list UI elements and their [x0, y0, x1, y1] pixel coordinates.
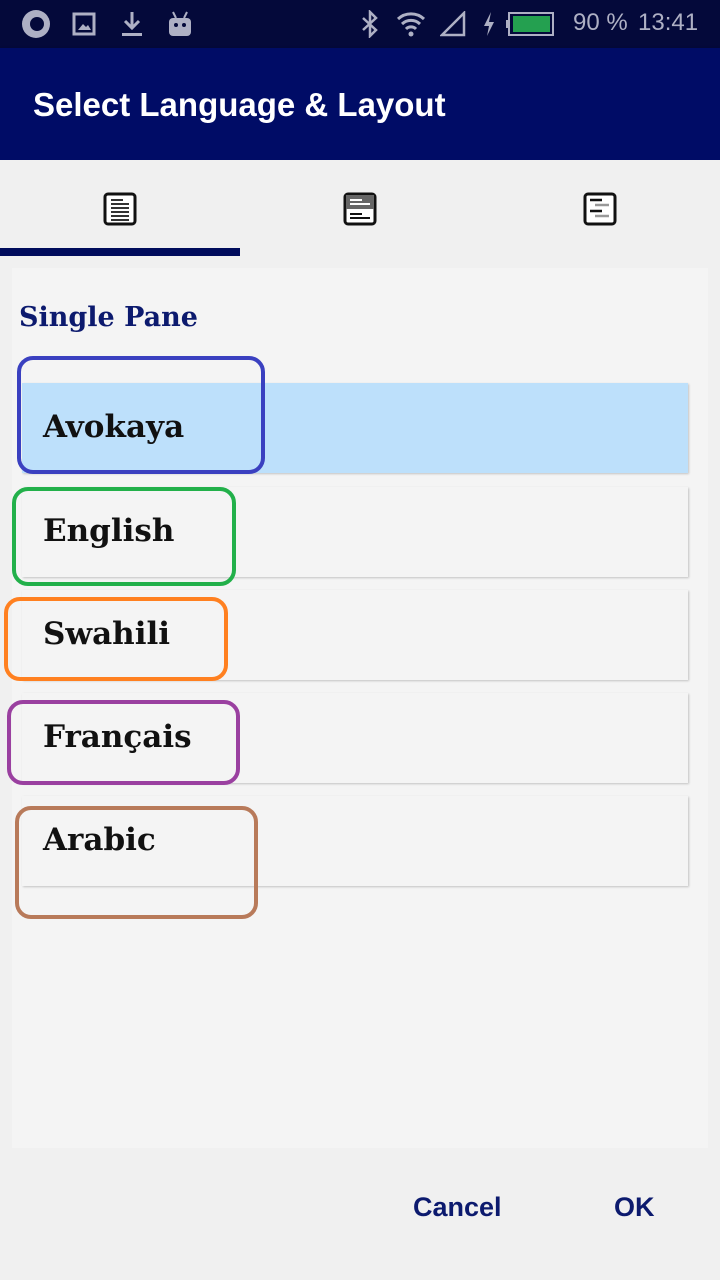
battery-icon	[506, 10, 556, 38]
layout-tabs	[0, 160, 720, 256]
clock: 13:41	[638, 9, 699, 36]
battery-percent: 90 %	[573, 9, 628, 36]
single-pane-icon	[103, 192, 137, 226]
cancel-button[interactable]: Cancel	[413, 1192, 502, 1223]
wifi-icon	[396, 10, 426, 38]
annotation-box	[7, 700, 240, 785]
bluetooth-icon	[360, 10, 380, 38]
two-pane-icon	[343, 192, 377, 226]
app-bar: Select Language & Layout	[0, 48, 720, 160]
annotation-box	[4, 597, 228, 681]
tab-two-pane[interactable]	[240, 160, 480, 256]
cell-signal-icon	[440, 10, 466, 38]
selected-tab-indicator	[0, 248, 240, 256]
download-icon	[120, 10, 144, 38]
interlinear-icon	[583, 192, 617, 226]
section-title: Single Pane	[19, 302, 198, 333]
annotation-box	[12, 487, 236, 586]
page-title: Select Language & Layout	[33, 86, 446, 123]
image-icon	[72, 10, 96, 38]
status-bar: 90 % 13:41	[0, 0, 720, 48]
ok-button[interactable]: OK	[614, 1192, 655, 1223]
android-icon	[168, 10, 192, 38]
app-logo-icon	[20, 10, 52, 38]
tab-interlinear[interactable]	[480, 160, 720, 256]
charging-icon	[482, 10, 496, 38]
annotation-box	[15, 806, 258, 919]
annotation-box	[17, 356, 265, 474]
tab-single-pane[interactable]	[0, 160, 240, 256]
